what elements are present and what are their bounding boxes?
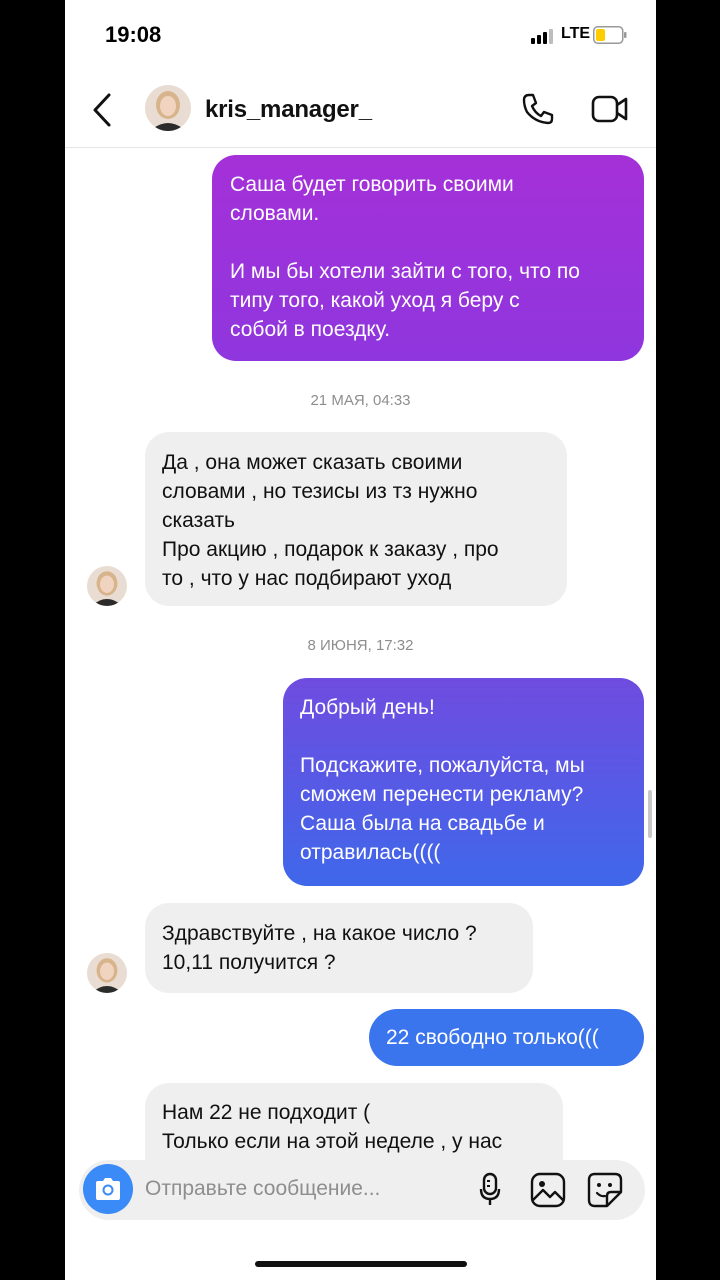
header-divider (65, 147, 656, 148)
scrollbar[interactable] (648, 790, 652, 838)
incoming-message[interactable]: Здравствуйте , на какое число ? 10,11 по… (145, 903, 533, 993)
status-time: 19:08 (105, 22, 162, 47)
camera-button[interactable] (83, 1164, 133, 1214)
sender-avatar[interactable] (87, 953, 127, 993)
outgoing-message[interactable]: 22 свободно только((( (369, 1009, 644, 1066)
message-composer: Отправьте сообщение... (79, 1160, 645, 1220)
message-input[interactable]: Отправьте сообщение... (145, 1177, 380, 1201)
avatar[interactable] (145, 85, 191, 131)
chat-header: kris_manager_ (65, 78, 656, 142)
outgoing-message[interactable]: Саша будет говорить своими словами. И мы… (212, 155, 644, 361)
message-timestamp: 21 МАЯ, 04:33 (310, 392, 411, 409)
camera-icon (96, 1178, 120, 1200)
gallery-icon[interactable] (530, 1172, 566, 1208)
battery-icon (593, 26, 627, 44)
microphone-icon[interactable] (479, 1172, 501, 1208)
chat-username[interactable]: kris_manager_ (205, 96, 372, 124)
sticker-icon[interactable] (587, 1172, 623, 1208)
network-label: LTE (561, 25, 591, 42)
video-camera-icon[interactable] (591, 94, 629, 124)
message-timestamp: 8 ИЮНЯ, 17:32 (307, 637, 414, 654)
status-bar: 19:08 LTE (65, 0, 656, 70)
incoming-message[interactable]: Да , она может сказать своими словами , … (145, 432, 567, 606)
phone-icon[interactable] (521, 92, 555, 126)
phone-screen: 19:08 LTE kris_manager_ Саша будет говор… (65, 0, 656, 1280)
back-icon[interactable] (91, 92, 113, 128)
sender-avatar[interactable] (87, 566, 127, 606)
home-indicator[interactable] (255, 1261, 467, 1267)
signal-icon (531, 29, 553, 44)
outgoing-message[interactable]: Добрый день! Подскажите, пожалуйста, мы … (283, 678, 644, 886)
